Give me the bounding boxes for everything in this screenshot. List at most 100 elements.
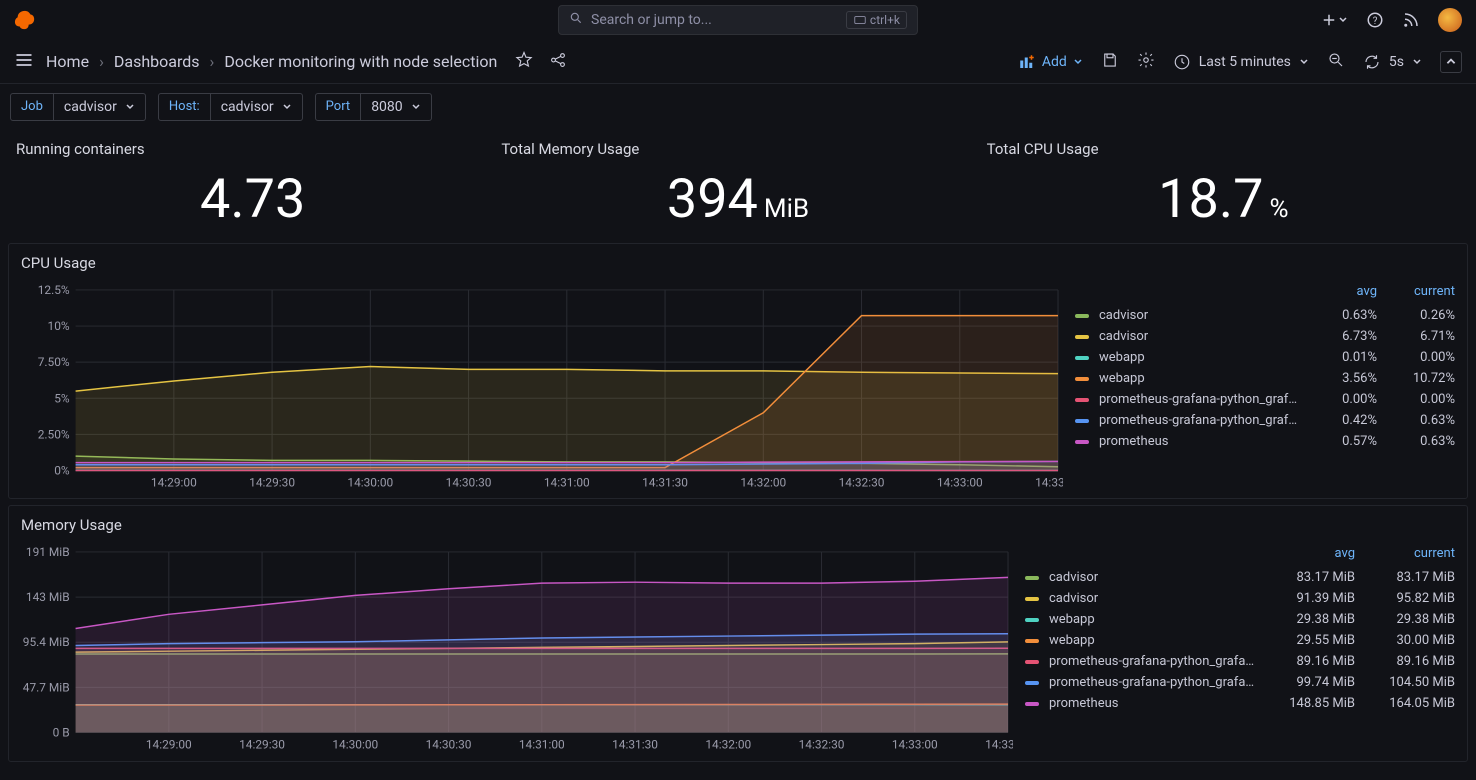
legend-avg: 91.39 MiB	[1255, 591, 1355, 606]
svg-text:14:29:00: 14:29:00	[151, 475, 197, 489]
legend-name: prometheus-grafana-python_grafana_1	[1049, 675, 1255, 690]
legend-row[interactable]: cadvisor 91.39 MiB 95.82 MiB	[1025, 588, 1455, 609]
legend-current: 0.00%	[1377, 392, 1455, 407]
legend-name: webapp	[1049, 612, 1255, 627]
rss-icon[interactable]	[1402, 11, 1420, 29]
cpu-legend: avg current cadvisor 0.63% 0.26% cadviso…	[1075, 282, 1455, 490]
legend-row[interactable]: prometheus-grafana-python_grafana_1 0.00…	[1075, 389, 1455, 410]
legend-current: 10.72%	[1377, 371, 1455, 386]
legend-row[interactable]: prometheus-grafana-python_grafana_1 89.1…	[1025, 651, 1455, 672]
legend-row[interactable]: prometheus-grafana-python_grafana_1 99.7…	[1025, 672, 1455, 693]
chevron-down-icon	[282, 102, 292, 112]
stat-total-cpu[interactable]: Total CPU Usage 18.7%	[981, 134, 1466, 237]
legend-name: prometheus-grafana-python_grafana_1	[1049, 654, 1255, 669]
svg-text:191 MiB: 191 MiB	[26, 545, 70, 559]
legend-current: 6.71%	[1377, 329, 1455, 344]
svg-text:5%: 5%	[54, 391, 70, 405]
legend-swatch	[1075, 356, 1089, 360]
save-icon[interactable]	[1101, 51, 1119, 73]
svg-text:14:32:30: 14:32:30	[839, 475, 885, 489]
legend-row[interactable]: cadvisor 83.17 MiB 83.17 MiB	[1025, 567, 1455, 588]
mem-chart-area[interactable]: 0 B47.7 MiB95.4 MiB143 MiB191 MiB14:29:0…	[21, 544, 1013, 752]
svg-text:143 MiB: 143 MiB	[26, 590, 70, 604]
keyboard-icon	[853, 13, 867, 27]
svg-text:0 B: 0 B	[53, 726, 70, 740]
chevron-down-icon	[411, 102, 421, 112]
search-shortcut: ctrl+k	[846, 11, 907, 29]
legend-avg: 99.74 MiB	[1255, 675, 1355, 690]
panel-memory-usage[interactable]: Memory Usage 0 B47.7 MiB95.4 MiB143 MiB1…	[8, 505, 1468, 761]
stat-total-memory[interactable]: Total Memory Usage 394MiB	[495, 134, 980, 237]
svg-text:14:33:30: 14:33:30	[1035, 475, 1063, 489]
mem-legend: avg current cadvisor 83.17 MiB 83.17 MiB…	[1025, 544, 1455, 752]
help-icon[interactable]: ?	[1366, 11, 1384, 29]
legend-current: 0.00%	[1377, 350, 1455, 365]
svg-text:14:33:30: 14:33:30	[985, 738, 1013, 752]
legend-avg: 0.42%	[1299, 413, 1377, 428]
add-button[interactable]: Add	[1018, 53, 1083, 71]
legend-row[interactable]: prometheus 0.57% 0.63%	[1075, 431, 1455, 452]
legend-name: cadvisor	[1049, 570, 1255, 585]
zoom-out-icon[interactable]	[1327, 51, 1345, 73]
legend-swatch	[1075, 398, 1089, 402]
refresh-button[interactable]: 5s	[1363, 53, 1422, 71]
legend-swatch	[1025, 597, 1039, 601]
legend-avg: 29.55 MiB	[1255, 633, 1355, 648]
legend-avg: 83.17 MiB	[1255, 570, 1355, 585]
legend-current: 30.00 MiB	[1355, 633, 1455, 648]
legend-avg: 6.73%	[1299, 329, 1377, 344]
stat-running-containers[interactable]: Running containers 4.73	[10, 134, 495, 237]
variables-row: Job cadvisor Host: cadvisor Port 8080	[0, 84, 1476, 130]
svg-text:14:31:30: 14:31:30	[612, 738, 658, 752]
svg-text:14:33:00: 14:33:00	[892, 738, 938, 752]
share-icon[interactable]	[549, 51, 567, 73]
var-host[interactable]: Host: cadvisor	[158, 93, 303, 121]
search-input[interactable]: Search or jump to... ctrl+k	[558, 5, 918, 35]
legend-row[interactable]: prometheus 148.85 MiB 164.05 MiB	[1025, 693, 1455, 714]
legend-row[interactable]: cadvisor 6.73% 6.71%	[1075, 326, 1455, 347]
legend-row[interactable]: webapp 3.56% 10.72%	[1075, 368, 1455, 389]
cpu-chart-area[interactable]: 0%2.50%5%7.50%10%12.5%14:29:0014:29:3014…	[21, 282, 1063, 490]
crumb-home[interactable]: Home	[46, 52, 89, 71]
legend-swatch	[1075, 335, 1089, 339]
legend-row[interactable]: webapp 29.38 MiB 29.38 MiB	[1025, 609, 1455, 630]
avatar[interactable]	[1438, 8, 1462, 32]
star-icon[interactable]	[515, 51, 533, 73]
svg-text:12.5%: 12.5%	[38, 283, 70, 297]
cpu-chart-svg: 0%2.50%5%7.50%10%12.5%14:29:0014:29:3014…	[21, 282, 1063, 490]
crumb-dashboards[interactable]: Dashboards	[114, 52, 200, 71]
legend-avg: 0.01%	[1299, 350, 1377, 365]
legend-avg: 0.57%	[1299, 434, 1377, 449]
chevron-down-icon	[1412, 57, 1422, 67]
collapse-icon[interactable]	[1440, 51, 1462, 73]
legend-current: 0.26%	[1377, 308, 1455, 323]
var-job[interactable]: Job cadvisor	[10, 93, 146, 121]
legend-row[interactable]: webapp 0.01% 0.00%	[1075, 347, 1455, 368]
var-port[interactable]: Port 8080	[315, 93, 432, 121]
legend-swatch	[1025, 576, 1039, 580]
svg-text:10%: 10%	[48, 319, 70, 333]
legend-name: cadvisor	[1049, 591, 1255, 606]
legend-current: 89.16 MiB	[1355, 654, 1455, 669]
legend-row[interactable]: prometheus-grafana-python_grafana_1 0.42…	[1075, 410, 1455, 431]
breadcrumb: Home › Dashboards › Docker monitoring wi…	[46, 52, 497, 71]
svg-text:14:30:00: 14:30:00	[347, 475, 393, 489]
svg-text:47.7 MiB: 47.7 MiB	[23, 681, 70, 695]
menu-icon[interactable]	[14, 50, 34, 74]
legend-row[interactable]: cadvisor 0.63% 0.26%	[1075, 305, 1455, 326]
svg-text:14:33:00: 14:33:00	[937, 475, 983, 489]
legend-name: webapp	[1099, 371, 1299, 386]
time-picker[interactable]: Last 5 minutes	[1173, 53, 1309, 71]
legend-swatch	[1075, 314, 1089, 318]
settings-icon[interactable]	[1137, 51, 1155, 73]
legend-name: prometheus	[1049, 696, 1255, 711]
search-placeholder: Search or jump to...	[591, 12, 712, 28]
legend-row[interactable]: webapp 29.55 MiB 30.00 MiB	[1025, 630, 1455, 651]
legend-current: 0.63%	[1377, 413, 1455, 428]
svg-text:14:29:30: 14:29:30	[249, 475, 295, 489]
panel-cpu-usage[interactable]: CPU Usage 0%2.50%5%7.50%10%12.5%14:29:00…	[8, 243, 1468, 499]
legend-name: webapp	[1099, 350, 1299, 365]
plus-icon[interactable]	[1320, 11, 1348, 29]
svg-text:14:31:30: 14:31:30	[642, 475, 688, 489]
grafana-logo-icon[interactable]	[14, 9, 36, 31]
